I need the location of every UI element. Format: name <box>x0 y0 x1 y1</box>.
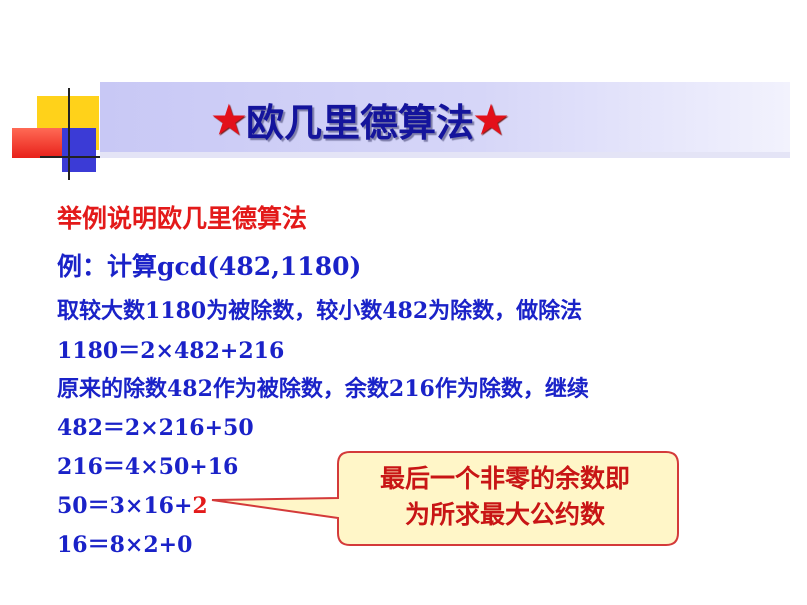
callout-text: 最后一个非零的余数即 为所求最大公约数 <box>340 461 670 533</box>
example-line: 例：计算gcd(482,1180) <box>57 252 362 281</box>
equation-4-prefix: 50＝3×16+ <box>57 493 193 519</box>
step-description-2: 原来的除数482作为被除数，余数216作为除数，继续 <box>57 376 589 402</box>
star-icon-right: ★ <box>474 96 509 142</box>
star-icon-left: ★ <box>211 96 246 142</box>
equation-1: 1180＝2×482+216 <box>57 338 285 364</box>
callout-line-2: 为所求最大公约数 <box>404 500 605 529</box>
equation-3: 216＝4×50+16 <box>57 454 239 480</box>
decoration-red-block <box>12 128 62 158</box>
slide-title: ★ 欧几里德算法 ★ <box>150 84 570 154</box>
equation-4: 50＝3×16+2 <box>57 488 208 520</box>
step-description-1: 取较大数1180为被除数，较小数482为除数，做除法 <box>57 298 583 324</box>
decoration-vertical-line <box>68 88 70 180</box>
last-nonzero-remainder: 2 <box>192 493 208 519</box>
slide-title-text: 欧几里德算法 <box>245 99 474 145</box>
section-heading: 举例说明欧几里德算法 <box>57 204 308 233</box>
callout-line-1: 最后一个非零的余数即 <box>379 464 630 493</box>
equation-2: 482＝2×216+50 <box>57 415 254 441</box>
equation-5: 16＝8×2+0 <box>57 532 193 558</box>
